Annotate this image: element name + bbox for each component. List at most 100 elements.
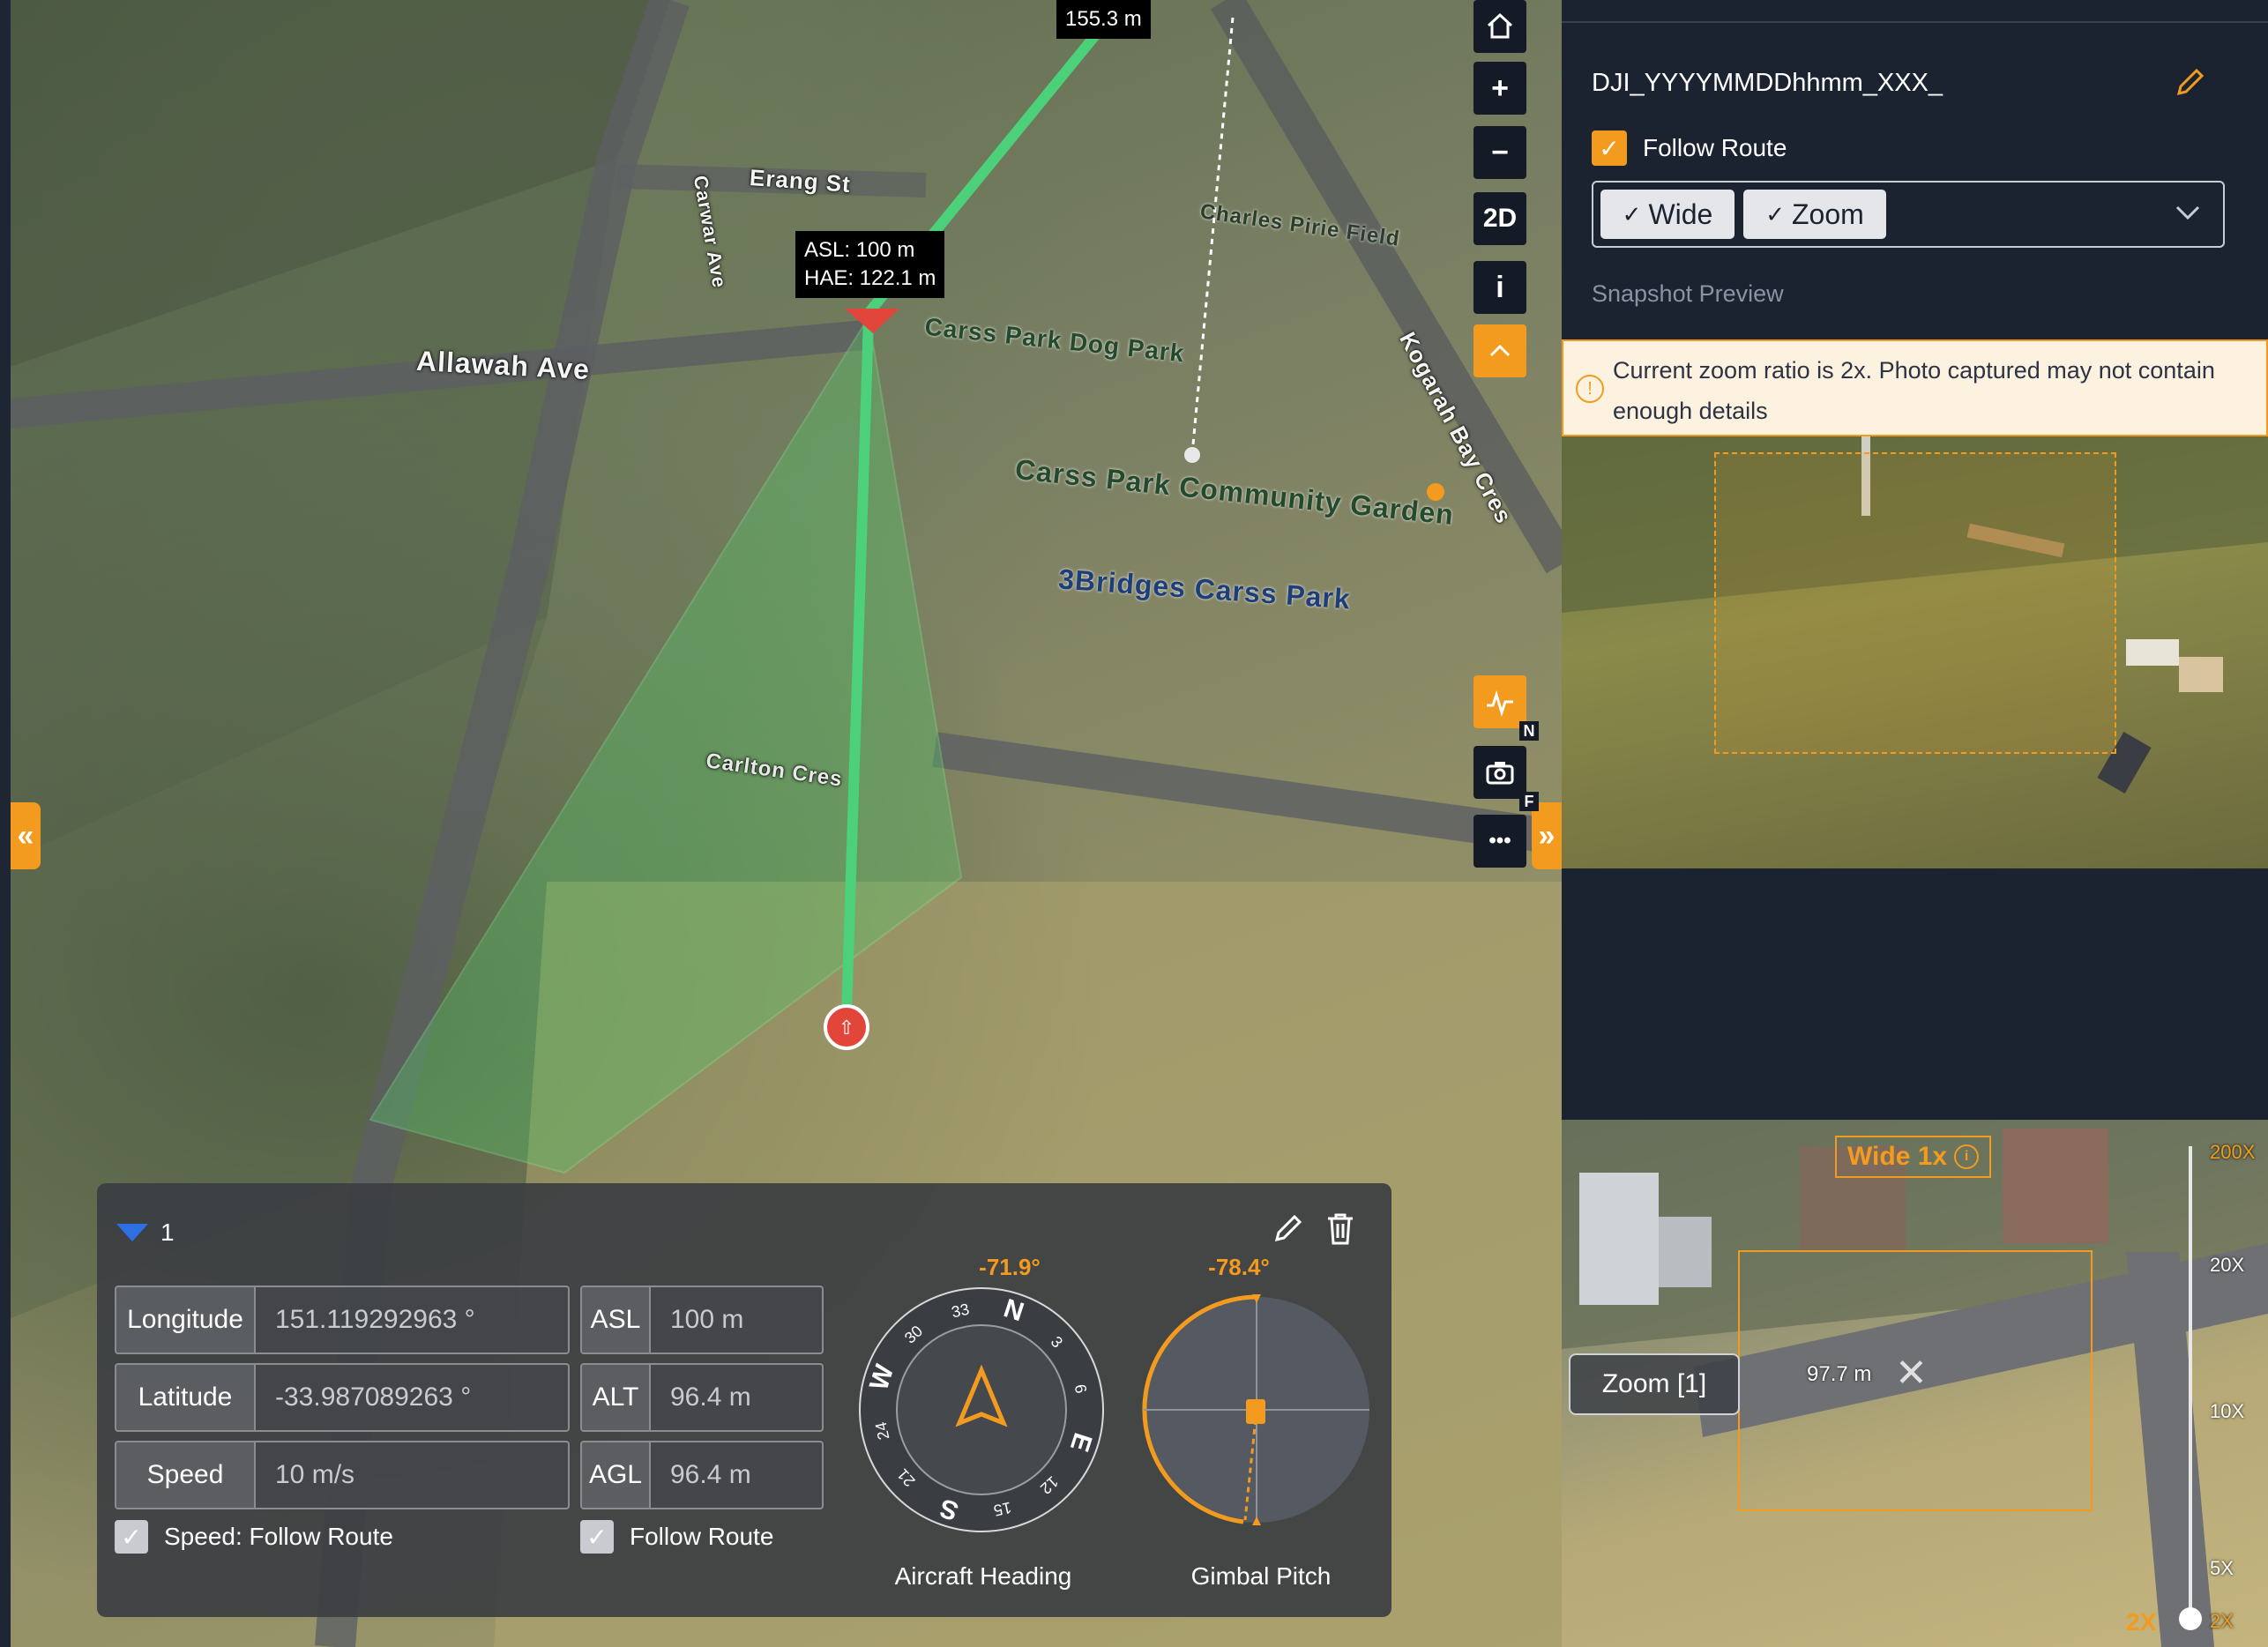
- latitude-value[interactable]: -33.987089263 °: [256, 1365, 471, 1430]
- altitude-follow-route-checkbox[interactable]: ✓ Follow Route: [580, 1520, 773, 1554]
- zoom-level-5x[interactable]: 5X: [2210, 1557, 2234, 1580]
- elevation-chart-button[interactable]: N: [1473, 675, 1539, 741]
- asl-readout: ASL: 100 m: [804, 238, 915, 262]
- checkmark-icon: ✓: [115, 1520, 148, 1554]
- heading-tick-label: 15: [992, 1499, 1013, 1520]
- agl-label: AGL: [582, 1442, 651, 1508]
- gimbal-pitch-value: -78.4°: [1208, 1254, 1270, 1280]
- waypoint-header[interactable]: 1: [116, 1218, 175, 1247]
- gimbal-pitch-dial[interactable]: [1120, 1282, 1376, 1538]
- longitude-value[interactable]: 151.119292963 °: [256, 1287, 475, 1353]
- aircraft-heading-label: Aircraft Heading: [894, 1562, 1072, 1590]
- waypoint-triangle-icon: [116, 1224, 148, 1241]
- altitude-follow-route-label: Follow Route: [630, 1523, 774, 1550]
- zoom-in-button[interactable]: +: [1473, 62, 1526, 115]
- aircraft-heading-dial[interactable]: W3033 N36E1215S2124: [854, 1282, 1109, 1538]
- check-icon: ✓: [1622, 200, 1642, 227]
- delete-waypoint-icon[interactable]: [1324, 1211, 1356, 1247]
- alt-field[interactable]: ALT 96.4 m: [580, 1363, 824, 1432]
- agl-value[interactable]: 96.4 m: [651, 1442, 751, 1508]
- wide-lens-label: Wide 1x: [1847, 1142, 1948, 1171]
- elevation-chart-icon: [1487, 690, 1513, 717]
- speed-field[interactable]: Speed 10 m/s: [115, 1441, 570, 1509]
- speed-label: Speed: [116, 1442, 256, 1508]
- warning-icon: !: [1576, 375, 1604, 403]
- gimbal-pitch-label: Gimbal Pitch: [1190, 1562, 1332, 1590]
- collapse-toolbar-button[interactable]: [1473, 324, 1526, 377]
- latitude-label: Latitude: [116, 1365, 256, 1430]
- zoom-lens-button[interactable]: Zoom [1]: [1569, 1353, 1740, 1415]
- camera-icon: [1486, 762, 1514, 785]
- warning-text: Current zoom ratio is 2x. Photo captured…: [1613, 357, 2215, 424]
- home-icon: [1487, 12, 1513, 39]
- shortcut-badge: F: [1519, 792, 1539, 811]
- asl-value[interactable]: 100 m: [651, 1287, 743, 1353]
- divider: [1562, 21, 2268, 23]
- zoom-out-button[interactable]: −: [1473, 126, 1526, 179]
- heading-tick-label: 33: [950, 1300, 971, 1322]
- heading-value: -71.9°: [979, 1254, 1041, 1280]
- zoom-warning: ! Current zoom ratio is 2x. Photo captur…: [1562, 339, 2268, 436]
- altitude-tag: ASL: 100 m HAE: 122.1 m: [795, 231, 945, 298]
- target-distance: 97.7 m: [1807, 1362, 1872, 1386]
- close-icon[interactable]: ✕: [1895, 1351, 1928, 1396]
- edit-file-name-icon[interactable]: [2172, 65, 2207, 101]
- left-edge-bar: [0, 0, 11, 1647]
- waypoint-panel: 1 Longitude 151.119292963 ° Latitude -33…: [97, 1183, 1391, 1617]
- checkmark-icon: ✓: [1592, 130, 1627, 166]
- chevron-down-icon[interactable]: [2174, 193, 2202, 232]
- file-name: DJI_YYYYMMDDhhmm_XXX_: [1592, 69, 1943, 97]
- zoom-level-2x[interactable]: 2X: [2210, 1610, 2234, 1633]
- info-icon: i: [1954, 1144, 1980, 1169]
- zoom-level-20x[interactable]: 20X: [2210, 1254, 2244, 1277]
- alt-value[interactable]: 96.4 m: [651, 1365, 751, 1430]
- zoom-slider-track[interactable]: [2189, 1146, 2192, 1622]
- gimbal-icon: [1246, 1399, 1265, 1424]
- speed-value[interactable]: 10 m/s: [256, 1442, 354, 1508]
- asl-field[interactable]: ASL 100 m: [580, 1286, 824, 1354]
- follow-route-label: Follow Route: [1643, 134, 1787, 161]
- longitude-field[interactable]: Longitude 151.119292963 °: [115, 1286, 570, 1354]
- snapshot-frame: [1714, 452, 2116, 754]
- speed-follow-route-checkbox[interactable]: ✓ Speed: Follow Route: [115, 1520, 393, 1554]
- current-zoom-level: 2X: [2126, 1608, 2157, 1636]
- follow-route-checkbox[interactable]: ✓ Follow Route: [1592, 130, 1787, 166]
- capture-button[interactable]: F: [1473, 746, 1539, 811]
- snapshot-preview-label: Snapshot Preview: [1592, 280, 1784, 307]
- distance-label: 155.3 m: [1056, 0, 1151, 39]
- view-mode-button[interactable]: 2D: [1473, 192, 1526, 245]
- zoom-level-10x[interactable]: 10X: [2210, 1400, 2244, 1423]
- expand-right-button[interactable]: »: [1532, 802, 1562, 869]
- hae-readout: HAE: 122.1 m: [804, 266, 936, 290]
- svg-text:⇧: ⇧: [839, 1017, 854, 1039]
- asl-label: ASL: [582, 1287, 651, 1353]
- home-button[interactable]: [1473, 0, 1526, 53]
- waypoint-index: 1: [160, 1218, 175, 1246]
- heading-tick-label: 24: [872, 1420, 893, 1442]
- agl-field[interactable]: AGL 96.4 m: [580, 1441, 824, 1509]
- longitude-label: Longitude: [116, 1287, 256, 1353]
- zoom-level-200x[interactable]: 200X: [2210, 1141, 2255, 1164]
- expand-left-button[interactable]: «: [11, 802, 41, 869]
- lens-chip-label: Zoom: [1792, 197, 1864, 230]
- lens-chip-zoom[interactable]: ✓ Zoom: [1743, 190, 1886, 239]
- live-camera-view[interactable]: Wide 1x i Zoom [1] 97.7 m ✕ 200X 20X 10X…: [1562, 1120, 2268, 1647]
- lens-chip-wide[interactable]: ✓ Wide: [1600, 190, 1735, 239]
- edit-waypoint-icon[interactable]: [1270, 1211, 1305, 1247]
- checkmark-icon: ✓: [580, 1520, 614, 1554]
- snapshot-preview-image: [1562, 436, 2268, 868]
- lens-chip-label: Wide: [1648, 197, 1713, 230]
- more-button[interactable]: •••: [1473, 815, 1526, 868]
- info-button[interactable]: i: [1473, 261, 1526, 314]
- check-icon: ✓: [1765, 200, 1785, 227]
- map-view[interactable]: ⇧ Erang St Carwar Ave Allawah Ave Charle…: [0, 0, 1562, 1647]
- speed-follow-route-label: Speed: Follow Route: [164, 1523, 393, 1550]
- zoom-slider-handle[interactable]: [2179, 1607, 2202, 1630]
- alt-label: ALT: [582, 1365, 651, 1430]
- chevron-up-icon: [1489, 344, 1511, 357]
- latitude-field[interactable]: Latitude -33.987089263 °: [115, 1363, 570, 1432]
- wide-lens-badge: Wide 1x i: [1835, 1136, 1992, 1178]
- shortcut-badge: N: [1519, 721, 1539, 741]
- right-panel: DJI_YYYYMMDDhhmm_XXX_ ✓ Follow Route ✓ W…: [1562, 0, 2268, 1647]
- lens-select[interactable]: ✓ Wide ✓ Zoom: [1592, 181, 2225, 248]
